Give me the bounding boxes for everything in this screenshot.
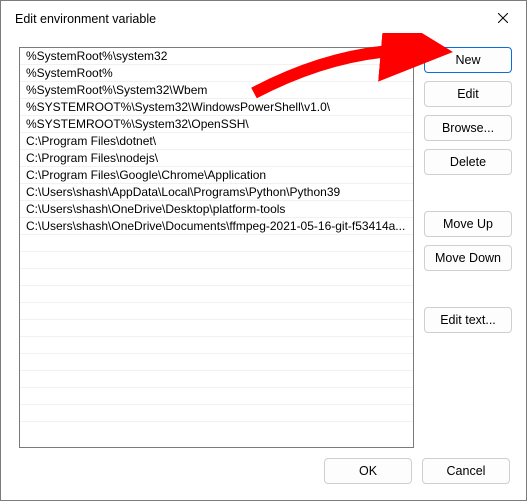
cancel-button[interactable]: Cancel [422, 458, 510, 484]
list-item[interactable] [20, 235, 413, 252]
list-item[interactable]: %SystemRoot% [20, 65, 413, 82]
list-item[interactable]: C:\Users\shash\OneDrive\Desktop\platform… [20, 201, 413, 218]
dialog-window: Edit environment variable %SystemRoot%\s… [0, 0, 527, 501]
list-item[interactable]: C:\Program Files\Google\Chrome\Applicati… [20, 167, 413, 184]
list-item[interactable]: %SYSTEMROOT%\System32\WindowsPowerShell\… [20, 99, 413, 116]
list-item[interactable]: C:\Users\shash\OneDrive\Documents\ffmpeg… [20, 218, 413, 235]
list-item[interactable]: %SystemRoot%\System32\Wbem [20, 82, 413, 99]
dialog-content: %SystemRoot%\system32 %SystemRoot% %Syst… [1, 37, 526, 500]
list-item[interactable] [20, 252, 413, 269]
path-listbox[interactable]: %SystemRoot%\system32 %SystemRoot% %Syst… [19, 47, 414, 448]
list-item[interactable]: %SYSTEMROOT%\System32\OpenSSH\ [20, 116, 413, 133]
movedown-button[interactable]: Move Down [424, 245, 512, 271]
list-item[interactable]: C:\Program Files\nodejs\ [20, 150, 413, 167]
footer-buttons: OK Cancel [19, 458, 512, 488]
close-icon [498, 10, 508, 28]
list-item[interactable] [20, 269, 413, 286]
list-item[interactable] [20, 388, 413, 405]
spacer [424, 183, 512, 203]
list-item[interactable] [20, 303, 413, 320]
list-item[interactable] [20, 354, 413, 371]
titlebar: Edit environment variable [1, 1, 526, 37]
list-item[interactable] [20, 320, 413, 337]
list-item[interactable]: %SystemRoot%\system32 [20, 48, 413, 65]
list-item[interactable] [20, 371, 413, 388]
edittext-button[interactable]: Edit text... [424, 307, 512, 333]
spacer [424, 279, 512, 299]
list-item[interactable]: C:\Users\shash\AppData\Local\Programs\Py… [20, 184, 413, 201]
edit-button[interactable]: Edit [424, 81, 512, 107]
list-item[interactable] [20, 337, 413, 354]
delete-button[interactable]: Delete [424, 149, 512, 175]
moveup-button[interactable]: Move Up [424, 211, 512, 237]
side-buttons: New Edit Browse... Delete Move Up Move D… [424, 47, 512, 448]
path-items: %SystemRoot%\system32 %SystemRoot% %Syst… [20, 48, 413, 447]
new-button[interactable]: New [424, 47, 512, 73]
list-item[interactable] [20, 405, 413, 422]
browse-button[interactable]: Browse... [424, 115, 512, 141]
main-row: %SystemRoot%\system32 %SystemRoot% %Syst… [19, 47, 512, 448]
window-title: Edit environment variable [15, 12, 156, 26]
ok-button[interactable]: OK [324, 458, 412, 484]
list-item[interactable] [20, 286, 413, 303]
close-button[interactable] [480, 1, 526, 37]
list-item[interactable]: C:\Program Files\dotnet\ [20, 133, 413, 150]
